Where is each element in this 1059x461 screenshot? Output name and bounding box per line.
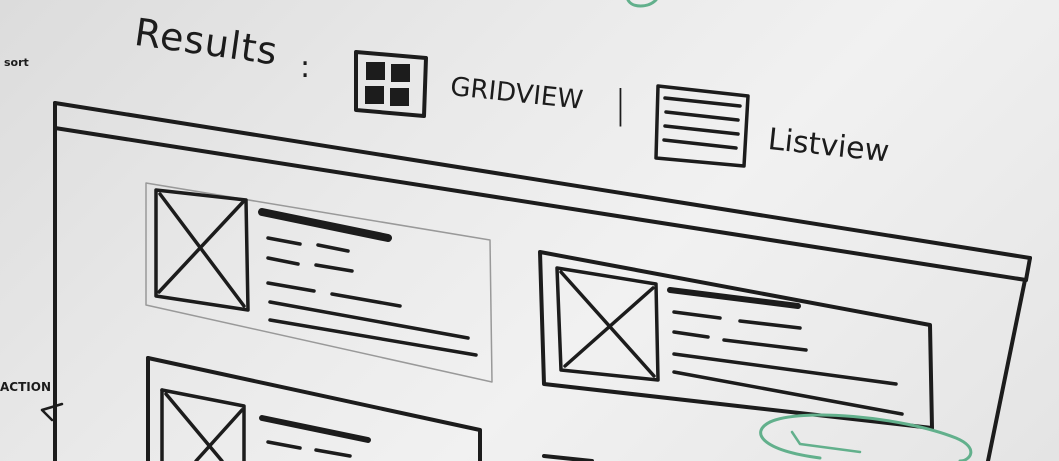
list-view-icon[interactable]: [654, 84, 750, 168]
result-card[interactable]: [146, 356, 482, 461]
image-placeholder-icon: [160, 388, 246, 461]
grid-view-icon[interactable]: [354, 50, 428, 118]
wireframe-sketch: [40, 0, 1032, 461]
margin-note: sort: [4, 56, 29, 69]
margin-note: ACTION: [0, 380, 51, 394]
view-separator: |: [614, 82, 627, 126]
highlight-circle: [626, 0, 973, 461]
image-placeholder-icon: [154, 188, 250, 312]
result-card[interactable]: [538, 250, 934, 430]
result-card[interactable]: [145, 182, 493, 383]
margin-arrow-icon: [40, 402, 64, 422]
results-colon: :: [300, 50, 311, 85]
image-placeholder-icon: [555, 266, 660, 382]
